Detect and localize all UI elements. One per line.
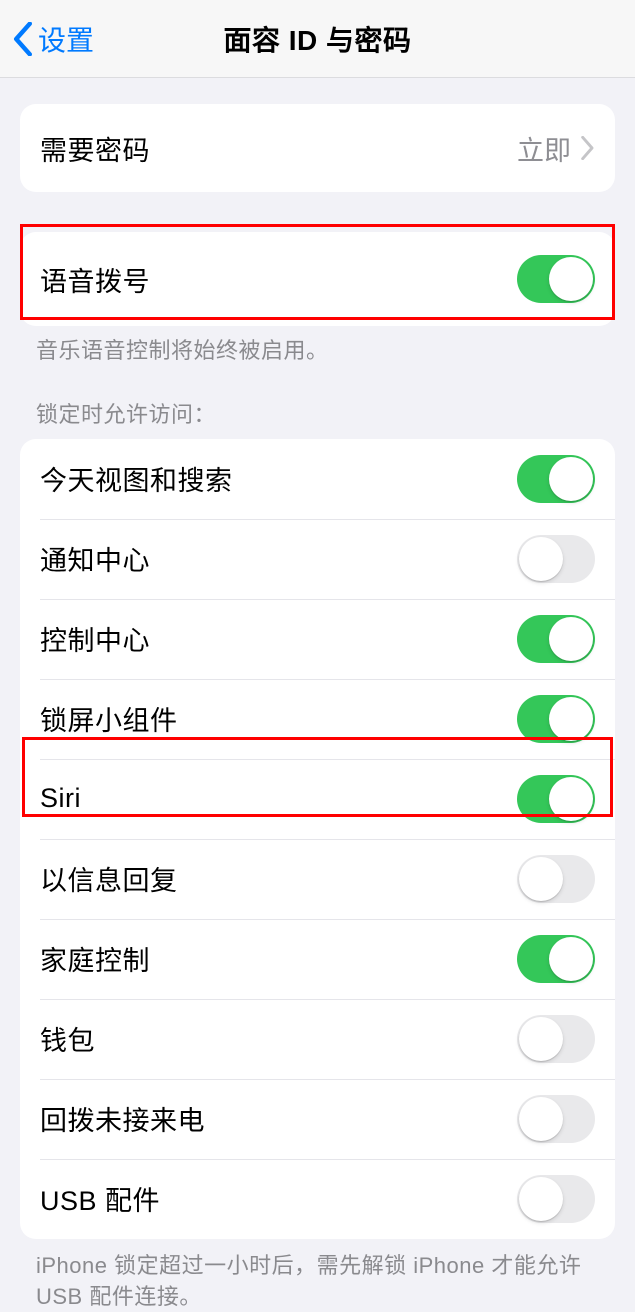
lock-access-toggle[interactable] <box>517 615 595 663</box>
group-voice-dial: 语音拨号 <box>20 232 615 326</box>
lock-access-toggle[interactable] <box>517 535 595 583</box>
lock-access-row: 锁屏小组件 <box>20 679 615 759</box>
lock-access-toggle[interactable] <box>517 855 595 903</box>
lock-access-row: 控制中心 <box>20 599 615 679</box>
lock-access-label: 钱包 <box>40 1019 95 1058</box>
row-voice-dial: 语音拨号 <box>20 232 615 326</box>
voice-dial-label: 语音拨号 <box>40 260 150 299</box>
lock-access-label: 家庭控制 <box>40 939 150 978</box>
lock-access-row: 今天视图和搜索 <box>20 439 615 519</box>
group-require-passcode: 需要密码 立即 <box>20 104 615 192</box>
group-lock-access: 今天视图和搜索通知中心控制中心锁屏小组件 Siri 以信息回复家庭控制钱包回拨未接来… <box>20 439 615 1239</box>
lock-access-label: 锁屏小组件 <box>40 699 178 738</box>
voice-dial-toggle[interactable] <box>517 255 595 303</box>
lock-access-header: 锁定时允许访问： <box>0 367 635 439</box>
lock-access-row: USB 配件 <box>20 1159 615 1239</box>
lock-access-label: 以信息回复 <box>40 859 178 898</box>
lock-access-toggle[interactable] <box>517 935 595 983</box>
lock-access-row: 钱包 <box>20 999 615 1079</box>
page-title: 面容 ID 与密码 <box>0 19 635 59</box>
lock-access-row: 通知中心 <box>20 519 615 599</box>
back-label: 设置 <box>38 19 94 59</box>
voice-dial-note: 音乐语音控制将始终被启用。 <box>0 326 635 367</box>
require-passcode-label: 需要密码 <box>40 129 150 168</box>
lock-access-label: 回拨未接来电 <box>40 1099 205 1138</box>
lock-access-row: 家庭控制 <box>20 919 615 999</box>
require-passcode-value: 立即 <box>517 129 571 168</box>
lock-access-toggle[interactable] <box>517 1175 595 1223</box>
navigation-bar: 设置 面容 ID 与密码 <box>0 0 635 78</box>
lock-access-label: USB 配件 <box>40 1179 160 1218</box>
lock-access-label: 控制中心 <box>40 619 150 658</box>
chevron-left-icon <box>12 22 34 56</box>
lock-access-toggle[interactable] <box>517 695 595 743</box>
lock-access-row: Siri <box>20 759 615 839</box>
lock-access-toggle[interactable] <box>517 775 595 823</box>
lock-access-row: 回拨未接来电 <box>20 1079 615 1159</box>
lock-access-label: 今天视图和搜索 <box>40 459 233 498</box>
row-require-passcode[interactable]: 需要密码 立即 <box>20 104 615 192</box>
chevron-right-icon <box>581 136 595 160</box>
lock-access-label: 通知中心 <box>40 539 150 578</box>
lock-access-label: Siri <box>40 783 81 814</box>
lock-access-toggle[interactable] <box>517 1015 595 1063</box>
lock-access-toggle[interactable] <box>517 455 595 503</box>
usb-accessory-note: iPhone 锁定超过一小时后，需先解锁 iPhone 才能允许 USB 配件连… <box>0 1239 635 1312</box>
lock-access-row: 以信息回复 <box>20 839 615 919</box>
lock-access-toggle[interactable] <box>517 1095 595 1143</box>
back-button[interactable]: 设置 <box>12 19 94 59</box>
